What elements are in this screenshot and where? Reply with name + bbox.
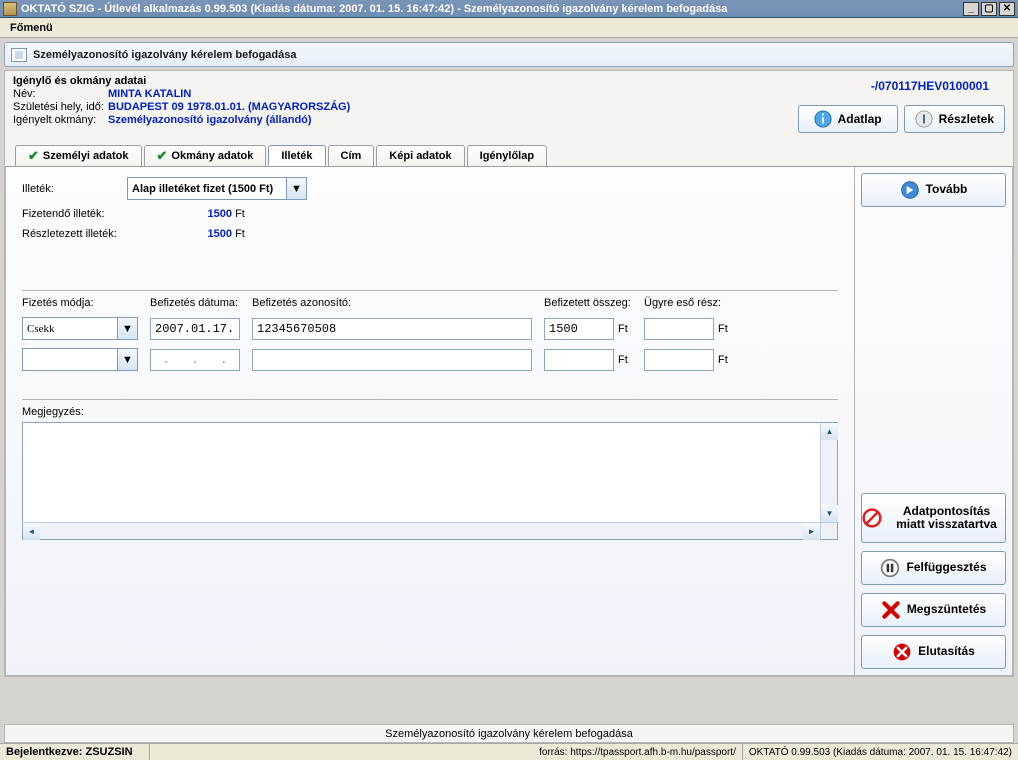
arrow-right-icon bbox=[900, 180, 920, 200]
app-icon bbox=[3, 2, 17, 16]
doc-value: Személyazonosító igazolvány (állandó) bbox=[108, 114, 312, 126]
ft-unit: Ft bbox=[714, 354, 732, 366]
subheader-title: Személyazonosító igazolvány kérelem befo… bbox=[33, 49, 296, 61]
tab-fee[interactable]: Illeték bbox=[268, 145, 325, 166]
main-panel: Igénylő és okmány adatai Név: MINTA KATA… bbox=[4, 70, 1014, 677]
scroll-left-icon[interactable]: ◄ bbox=[23, 523, 40, 540]
payment-mode-label: Fizetés módja: bbox=[22, 297, 144, 309]
scroll-right-icon[interactable]: ► bbox=[803, 523, 820, 540]
tab-personal[interactable]: ✔Személyi adatok bbox=[15, 145, 142, 166]
fee-tab-content: Illeték: ▼ Fizetendő illeték: 1500 Ft Ré… bbox=[6, 167, 854, 675]
status-login: Bejelentkezve: ZSUZSIN bbox=[0, 744, 150, 760]
details-icon bbox=[915, 110, 933, 128]
scroll-down-icon[interactable]: ▼ bbox=[821, 505, 838, 522]
payable-label: Fizetendő illeték: bbox=[22, 208, 127, 220]
payment-mode-combo-2[interactable]: ▼ bbox=[22, 348, 138, 371]
applicant-section-title: Igénylő és okmány adatai bbox=[13, 75, 798, 87]
detailed-label: Részletezett illeték: bbox=[22, 228, 127, 240]
note-label: Megjegyzés: bbox=[22, 406, 838, 418]
ft-unit: Ft bbox=[714, 323, 732, 335]
payment-mode-input-2[interactable] bbox=[23, 349, 117, 370]
payment-mode-combo[interactable]: ▼ bbox=[22, 317, 138, 340]
fee-label: Illeték: bbox=[22, 183, 127, 195]
status-source: forrás: https://tpassport.afh.b-m.hu/pas… bbox=[533, 744, 743, 760]
payment-amount-label: Befizetett összeg: bbox=[544, 297, 638, 309]
ft-unit: Ft bbox=[235, 208, 245, 220]
ft-unit: Ft bbox=[235, 228, 245, 240]
details-button[interactable]: Részletek bbox=[904, 105, 1005, 133]
info-icon bbox=[814, 110, 832, 128]
scrollbar-corner bbox=[820, 522, 837, 539]
detailed-value: 1500 bbox=[197, 228, 232, 240]
payment-id-input[interactable] bbox=[252, 318, 532, 340]
page-subheader: Személyazonosító igazolvány kérelem befo… bbox=[4, 42, 1014, 67]
payable-value: 1500 bbox=[197, 208, 232, 220]
pause-icon bbox=[880, 558, 900, 578]
payment-mode-input[interactable] bbox=[23, 318, 117, 339]
name-label: Név: bbox=[13, 88, 108, 100]
payment-date-input-2[interactable] bbox=[150, 349, 240, 371]
doc-label: Igényelt okmány: bbox=[13, 114, 108, 126]
birth-label: Születési hely, idő: bbox=[13, 101, 108, 113]
applicant-info: Igénylő és okmány adatai Név: MINTA KATA… bbox=[5, 71, 1013, 143]
status-version: OKTATÓ 0.99.503 (Kiadás dátuma: 2007. 01… bbox=[743, 744, 1018, 760]
chevron-down-icon[interactable]: ▼ bbox=[117, 318, 137, 339]
terminate-button[interactable]: Megszüntetés bbox=[861, 593, 1006, 627]
tab-document[interactable]: ✔Okmány adatok bbox=[144, 145, 267, 166]
payment-id-label: Befizetés azonosító: bbox=[252, 297, 538, 309]
birth-value: BUDAPEST 09 1978.01.01. (MAGYARORSZÁG) bbox=[108, 101, 350, 113]
suspend-button[interactable]: Felfüggesztés bbox=[861, 551, 1006, 585]
subheader-icon bbox=[11, 48, 27, 62]
payment-case-label: Ügyre eső rész: bbox=[644, 297, 738, 309]
payment-id-input-2[interactable] bbox=[252, 349, 532, 371]
maximize-button[interactable]: ▢ bbox=[981, 2, 997, 16]
status-bar: Bejelentkezve: ZSUZSIN forrás: https://t… bbox=[0, 743, 1018, 760]
ft-unit: Ft bbox=[614, 354, 632, 366]
ft-unit: Ft bbox=[614, 323, 632, 335]
chevron-down-icon[interactable]: ▼ bbox=[117, 349, 137, 370]
menu-bar: Főmenü bbox=[0, 18, 1018, 38]
reject-button[interactable]: Elutasítás bbox=[861, 635, 1006, 669]
menu-fomenu[interactable]: Főmenü bbox=[4, 21, 59, 35]
payment-case-input[interactable] bbox=[644, 318, 714, 340]
tab-image[interactable]: Képi adatok bbox=[376, 145, 464, 166]
prohibit-icon bbox=[862, 508, 882, 528]
minimize-button[interactable]: _ bbox=[963, 2, 979, 16]
close-button[interactable]: ✕ bbox=[999, 2, 1015, 16]
payment-date-label: Befizetés dátuma: bbox=[150, 297, 246, 309]
payment-amount-input-2[interactable] bbox=[544, 349, 614, 371]
payment-case-input-2[interactable] bbox=[644, 349, 714, 371]
footer-bar: Személyazonosító igazolvány kérelem befo… bbox=[4, 724, 1014, 743]
window-title: OKTATÓ SZIG - Útlevél alkalmazás 0.99.50… bbox=[21, 3, 727, 15]
hold-button[interactable]: Adatpontosítás miatt visszatartva bbox=[861, 493, 1006, 543]
request-id: -/070117HEV0100001 bbox=[798, 75, 1005, 101]
payment-amount-input[interactable] bbox=[544, 318, 614, 340]
window-titlebar: OKTATÓ SZIG - Útlevél alkalmazás 0.99.50… bbox=[0, 0, 1018, 18]
tab-address[interactable]: Cím bbox=[328, 145, 375, 166]
footer-text: Személyazonosító igazolvány kérelem befo… bbox=[385, 728, 633, 740]
fee-combo[interactable]: ▼ bbox=[127, 177, 307, 200]
tab-form[interactable]: Igénylőlap bbox=[467, 145, 547, 166]
fee-combo-input[interactable] bbox=[128, 178, 286, 199]
name-value: MINTA KATALIN bbox=[108, 88, 191, 100]
vertical-scrollbar[interactable]: ▲ ▼ bbox=[820, 423, 837, 522]
tab-strip: ✔Személyi adatok ✔Okmány adatok Illeték … bbox=[5, 143, 1013, 167]
x-red-icon bbox=[881, 600, 901, 620]
payment-date-input[interactable] bbox=[150, 318, 240, 340]
action-sidebar: Tovább Adatpontosítás miatt visszatartva… bbox=[854, 167, 1012, 675]
scroll-up-icon[interactable]: ▲ bbox=[821, 423, 838, 440]
datasheet-button[interactable]: Adatlap bbox=[798, 105, 898, 133]
x-circle-icon bbox=[892, 642, 912, 662]
notes-textarea[interactable]: ▲ ▼ ◄ ► bbox=[22, 422, 838, 540]
next-button[interactable]: Tovább bbox=[861, 173, 1006, 207]
checkmark-icon: ✔ bbox=[157, 148, 168, 164]
chevron-down-icon[interactable]: ▼ bbox=[286, 178, 306, 199]
horizontal-scrollbar[interactable]: ◄ ► bbox=[23, 522, 820, 539]
checkmark-icon: ✔ bbox=[28, 148, 39, 164]
